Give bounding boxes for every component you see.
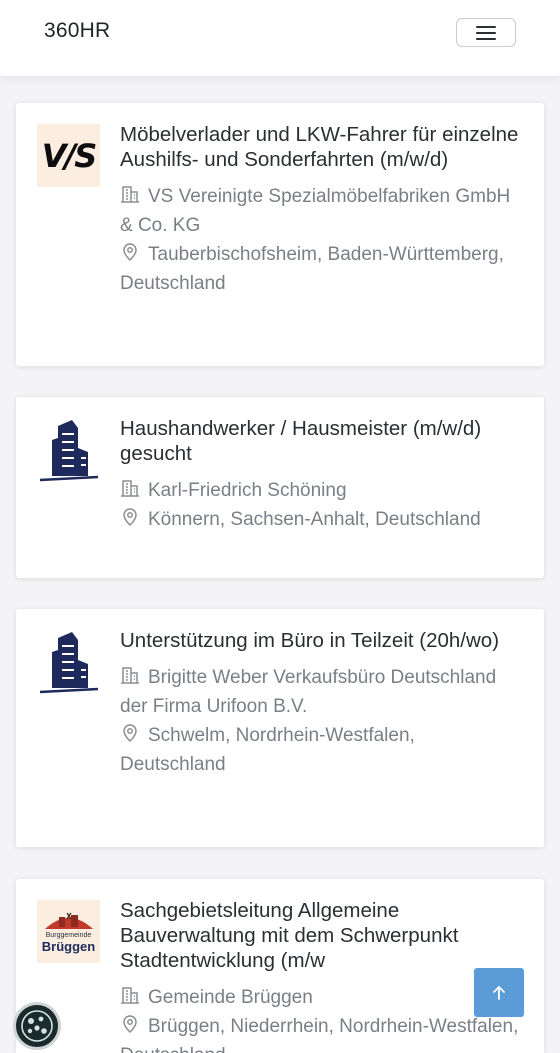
- arrow-up-icon: [493, 985, 505, 1000]
- job-title[interactable]: Möbelverlader und LKW-Fahrer für einzeln…: [120, 122, 524, 172]
- map-pin-icon: [120, 507, 142, 527]
- job-title[interactable]: Haushandwerker / Hausmeister (m/w/d) ges…: [120, 416, 524, 466]
- job-card[interactable]: Unterstützung im Büro in Teilzeit (20h/w…: [16, 609, 544, 847]
- job-title[interactable]: Unterstützung im Büro in Teilzeit (20h/w…: [120, 628, 524, 653]
- building-icon: [120, 184, 142, 204]
- company-logo: V/S: [37, 124, 100, 187]
- map-pin-icon: [120, 723, 142, 743]
- map-pin-icon: [120, 242, 142, 262]
- job-location: Tauberbischofsheim, Baden-Württemberg, D…: [120, 244, 504, 294]
- cookie-settings-button[interactable]: [13, 1002, 61, 1050]
- company-logo-text: V/S: [41, 136, 97, 175]
- job-card[interactable]: V/S Möbelverlader und LKW-Fahrer für ein…: [16, 103, 544, 366]
- building-icon: [120, 985, 142, 1005]
- building-logo-icon: [39, 631, 98, 693]
- map-pin-icon: [120, 1014, 142, 1034]
- company-name[interactable]: Gemeinde Brüggen: [148, 987, 313, 1008]
- company-logo: [37, 418, 100, 481]
- company-name[interactable]: Brigitte Weber Verkaufsbüro Deutschland …: [120, 667, 496, 717]
- company-logo: Burggemeinde Brüggen: [37, 900, 100, 963]
- building-icon: [120, 478, 142, 498]
- company-logo-text: Brüggen: [41, 939, 96, 954]
- job-card[interactable]: Burggemeinde Brüggen Sachgebietsleitung …: [16, 879, 544, 1053]
- brand-logo[interactable]: 360HR: [44, 19, 110, 43]
- job-location: Schwelm, Nordrhein-Westfalen, Deutschlan…: [120, 725, 415, 775]
- menu-toggle-button[interactable]: [456, 18, 516, 47]
- job-location: Brüggen, Niederrhein, Nordrhein-Westfale…: [120, 1016, 519, 1053]
- hamburger-menu-icon: [476, 25, 496, 40]
- cookie-settings-icon: [21, 1010, 53, 1042]
- company-logo: [37, 630, 100, 693]
- job-location: Könnern, Sachsen-Anhalt, Deutschland: [148, 509, 481, 530]
- top-navbar: 360HR: [0, 0, 560, 76]
- building-icon: [120, 665, 142, 685]
- job-card[interactable]: Haushandwerker / Hausmeister (m/w/d) ges…: [16, 397, 544, 578]
- job-title[interactable]: Sachgebietsleitung Allgemeine Bauverwalt…: [120, 898, 524, 973]
- building-logo-icon: [39, 419, 98, 481]
- town-crest-icon: [44, 912, 93, 929]
- company-name[interactable]: Karl-Friedrich Schöning: [148, 480, 347, 501]
- company-name[interactable]: VS Vereinigte Spezialmöbelfabriken GmbH …: [120, 186, 510, 236]
- scroll-to-top-button[interactable]: [474, 968, 524, 1017]
